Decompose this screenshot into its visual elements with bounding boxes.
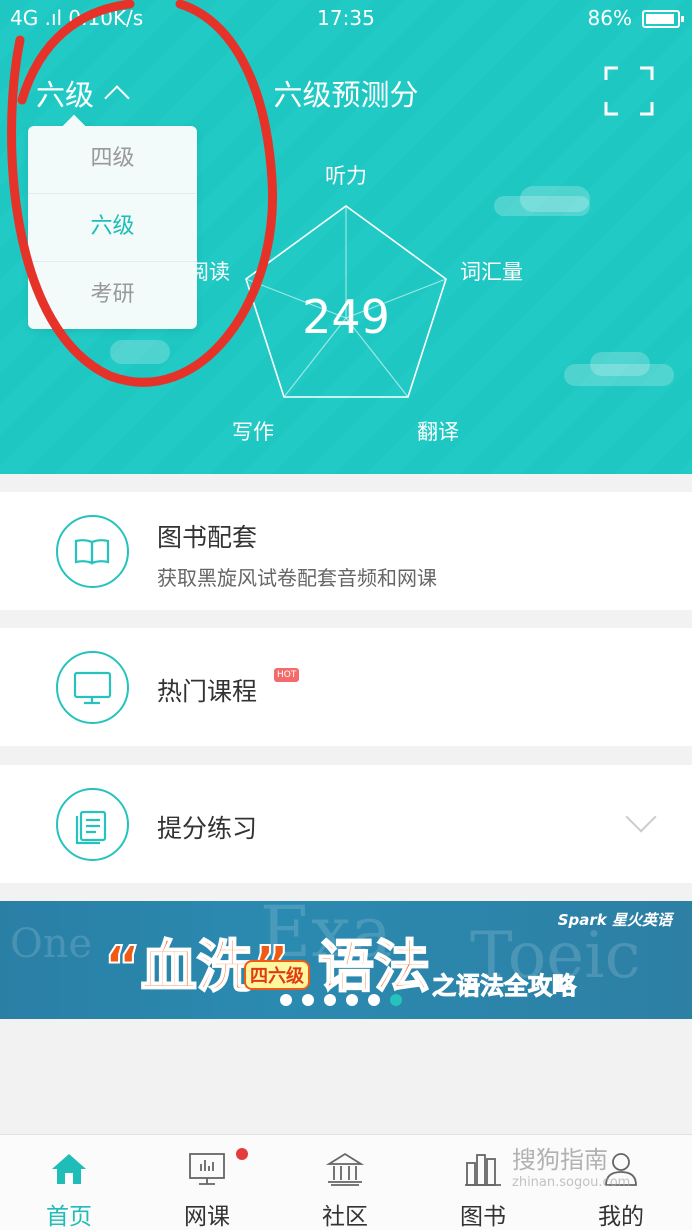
banner-tagline: 之语法全攻略 bbox=[432, 972, 577, 1001]
page-title: 六级预测分 bbox=[273, 78, 419, 112]
axis-label-writing: 写作 bbox=[232, 420, 274, 444]
status-bar: 4G .ıl 0.10K/s 17:35 86% bbox=[0, 0, 692, 36]
temple-icon bbox=[325, 1152, 365, 1186]
monitor-icon bbox=[56, 651, 129, 724]
tab-label: 首页 bbox=[46, 1204, 92, 1230]
monitor-icon bbox=[189, 1153, 225, 1185]
hot-badge: HOT bbox=[274, 668, 300, 682]
level-option-cet6[interactable]: 六级 bbox=[28, 194, 197, 262]
tab-label: 我的 bbox=[598, 1204, 644, 1230]
card-title: 热门课程 bbox=[157, 677, 258, 706]
brand-logo: Spark 星火英语 bbox=[557, 911, 672, 929]
carousel-dot[interactable] bbox=[324, 994, 336, 1006]
card-hot-courses[interactable]: 热门课程 bbox=[0, 628, 692, 746]
scan-icon[interactable] bbox=[604, 66, 654, 116]
notification-dot bbox=[236, 1148, 248, 1160]
score-header: 4G .ıl 0.10K/s 17:35 86% 六级 六级预测分 听力 词汇量… bbox=[0, 0, 692, 474]
axis-label-vocab: 词汇量 bbox=[460, 260, 523, 284]
banner-headline: 语法 bbox=[317, 934, 431, 1001]
watermark: 搜狗指南 zhinan.sogou.com bbox=[512, 1140, 630, 1190]
tab-community[interactable]: 社区 bbox=[276, 1135, 414, 1230]
carousel-dot[interactable] bbox=[346, 994, 358, 1006]
card-score-practice[interactable]: 提分练习 bbox=[0, 765, 692, 883]
watermark-url: zhinan.sogou.com bbox=[512, 1175, 631, 1190]
card-book-companion[interactable]: 图书配套 获取黑旋风试卷配套音频和网课 bbox=[0, 492, 692, 610]
carousel-dot[interactable] bbox=[280, 994, 292, 1006]
tab-label: 社区 bbox=[322, 1204, 368, 1230]
card-subtitle: 获取黑旋风试卷配套音频和网课 bbox=[157, 566, 437, 590]
card-title: 提分练习 bbox=[157, 814, 258, 843]
app-screen: 4G .ıl 0.10K/s 17:35 86% 六级 六级预测分 听力 词汇量… bbox=[0, 0, 692, 1230]
document-icon bbox=[56, 788, 129, 861]
level-dropdown: 四级 六级 考研 bbox=[28, 126, 197, 329]
banner-badge: 四六级 bbox=[244, 960, 310, 990]
carousel-dot[interactable] bbox=[368, 994, 380, 1006]
axis-label-listening: 听力 bbox=[325, 164, 367, 188]
books-icon bbox=[465, 1154, 501, 1186]
watermark-text: 搜狗指南 bbox=[512, 1146, 608, 1174]
level-option-kaoyan[interactable]: 考研 bbox=[28, 262, 197, 330]
tab-label: 网课 bbox=[184, 1204, 230, 1230]
axis-label-translate: 翻译 bbox=[417, 420, 459, 444]
carousel-dots[interactable] bbox=[280, 994, 402, 1006]
tab-label: 图书 bbox=[460, 1204, 506, 1230]
home-icon bbox=[52, 1154, 86, 1184]
tab-home[interactable]: 首页 bbox=[0, 1135, 138, 1230]
tab-courses[interactable]: 网课 bbox=[138, 1135, 276, 1230]
book-icon bbox=[56, 515, 129, 588]
carousel-dot[interactable] bbox=[390, 994, 402, 1006]
banner-bg-decoration: One bbox=[10, 921, 93, 967]
battery-percent: 86% bbox=[587, 6, 632, 30]
battery-icon bbox=[642, 10, 684, 28]
card-title: 图书配套 bbox=[157, 523, 258, 552]
carousel-dot[interactable] bbox=[302, 994, 314, 1006]
level-option-cet4[interactable]: 四级 bbox=[28, 126, 197, 194]
